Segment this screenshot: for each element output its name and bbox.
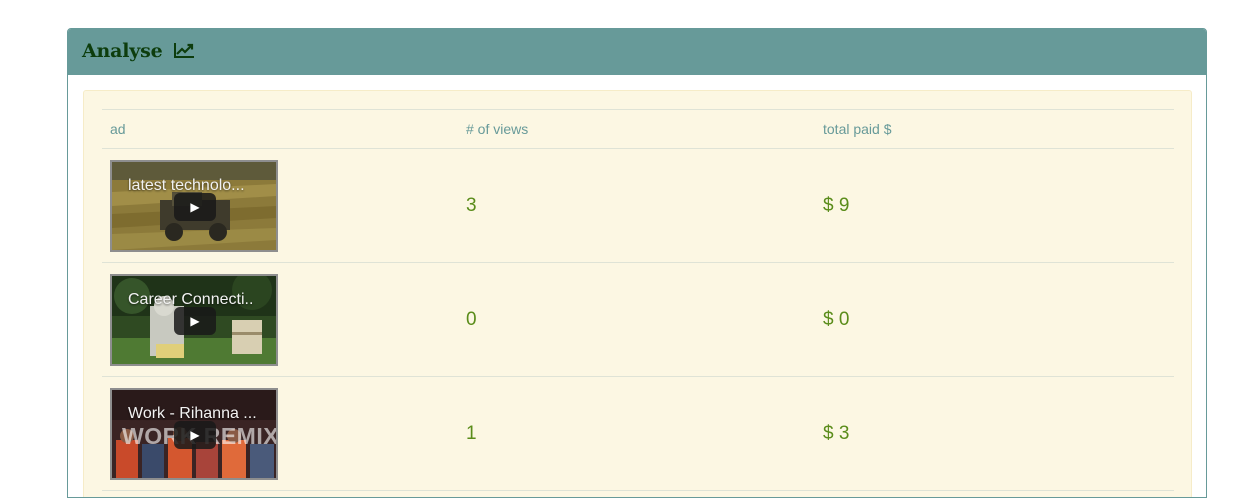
line-chart-icon <box>173 42 195 64</box>
paid-cell: $ 9 <box>815 148 1174 263</box>
ads-table: ad # of views total paid $ latest techno… <box>102 109 1174 491</box>
video-thumbnail[interactable]: Career Connecti.. ▶ <box>110 273 278 366</box>
play-icon[interactable]: ▶ <box>174 306 216 335</box>
column-header-paid: total paid $ <box>815 109 1174 149</box>
analyse-panel: Analyse ad # of views total paid $ lates… <box>67 28 1207 498</box>
table-row: Career Connecti.. ▶ 0 $ 0 <box>102 262 1174 377</box>
column-header-ad: ad <box>102 109 458 149</box>
ad-title: Career Connecti.. <box>128 290 254 308</box>
table-row: latest technolo... ▶ 3 $ 9 <box>102 148 1174 263</box>
views-cell: 1 <box>458 376 815 491</box>
table-row: WORK REMIX Work - Rihanna ... ▶ 1 $ 3 <box>102 376 1174 491</box>
ad-cell: latest technolo... ▶ <box>102 148 458 263</box>
panel-title-text: Analyse <box>82 40 163 62</box>
video-thumbnail[interactable]: latest technolo... ▶ <box>110 159 278 252</box>
table-header-row: ad # of views total paid $ <box>102 109 1174 149</box>
ad-cell: Career Connecti.. ▶ <box>102 262 458 377</box>
panel-body: ad # of views total paid $ latest techno… <box>83 90 1192 497</box>
views-cell: 3 <box>458 148 815 263</box>
views-cell: 0 <box>458 262 815 377</box>
panel-title: Analyse <box>82 40 195 64</box>
paid-cell: $ 3 <box>815 376 1174 491</box>
video-thumbnail[interactable]: WORK REMIX Work - Rihanna ... ▶ <box>110 387 278 480</box>
play-icon[interactable]: ▶ <box>174 192 216 221</box>
play-icon[interactable]: ▶ <box>174 420 216 449</box>
ad-title: Work - Rihanna ... <box>128 404 257 422</box>
ad-cell: WORK REMIX Work - Rihanna ... ▶ <box>102 376 458 491</box>
panel-heading: Analyse <box>68 29 1206 75</box>
ad-title: latest technolo... <box>128 176 245 194</box>
paid-cell: $ 0 <box>815 262 1174 377</box>
column-header-views: # of views <box>458 109 815 149</box>
